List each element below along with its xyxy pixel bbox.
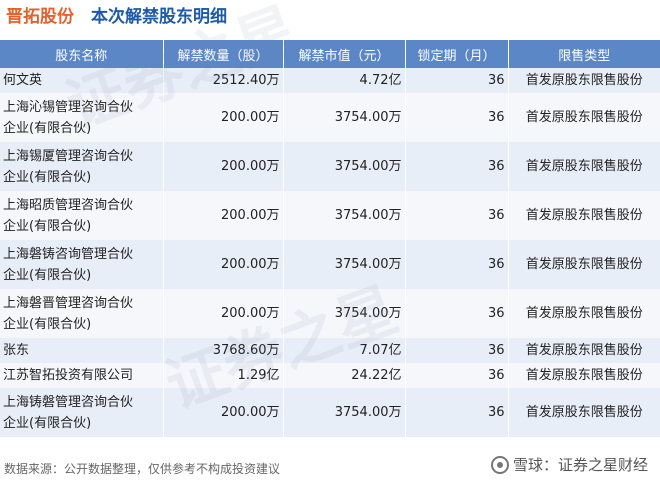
shareholder-name-line1: 上海铸磐管理咨询合伙 <box>3 394 134 410</box>
snowball-logo-icon <box>490 455 509 474</box>
lock-months: 36 <box>405 240 509 289</box>
unlock-value: 3754.00万 <box>283 240 406 289</box>
unlock-shareholder-table: 股东名称 解禁数量（股） 解禁市值（元） 锁定期（月） 限售类型 何文英 251… <box>0 40 660 437</box>
table-row: 上海昭质管理咨询合伙 企业(有限合伙) 200.00万 3754.00万 36 首… <box>0 191 660 240</box>
unlock-value: 3754.00万 <box>283 142 406 191</box>
unlock-quantity: 200.00万 <box>163 289 284 338</box>
restriction-type: 首发原股东限售股份 <box>508 68 660 93</box>
restriction-type: 首发原股东限售股份 <box>508 93 660 142</box>
shareholder-name-line2: 企业(有限合伙) <box>3 120 92 136</box>
data-source-note: 数据来源：公开数据整理，仅供参考不构成投资建议 <box>4 462 281 476</box>
unlock-value: 24.22亿 <box>283 363 406 388</box>
column-header-lock-period: 锁定期（月） <box>405 40 509 68</box>
shareholder-name-line1: 上海沁锡管理咨询合伙 <box>3 99 134 115</box>
shareholder-name: 上海铸磐管理咨询合伙 企业(有限合伙) <box>0 388 164 437</box>
column-header-quantity: 解禁数量（股） <box>163 40 284 68</box>
shareholder-name: 何文英 <box>0 68 164 93</box>
lock-months: 36 <box>405 289 509 338</box>
unlock-value: 4.72亿 <box>283 68 406 93</box>
shareholder-name: 上海昭质管理咨询合伙 企业(有限合伙) <box>0 191 164 240</box>
column-header-shareholder: 股东名称 <box>0 40 164 68</box>
restriction-type: 首发原股东限售股份 <box>508 338 660 363</box>
lock-months: 36 <box>405 93 509 142</box>
shareholder-name-line1: 上海锡厦管理咨询合伙 <box>3 148 134 164</box>
lock-months: 36 <box>405 191 509 240</box>
shareholder-name: 上海磐铸咨询管理合伙 企业(有限合伙) <box>0 240 164 289</box>
column-header-restriction-type: 限售类型 <box>508 40 660 68</box>
unlock-quantity: 3768.60万 <box>163 338 284 363</box>
lock-months: 36 <box>405 68 509 93</box>
shareholder-name-line2: 企业(有限合伙) <box>3 218 92 234</box>
restriction-type: 首发原股东限售股份 <box>508 240 660 289</box>
unlock-value: 3754.00万 <box>283 93 406 142</box>
unlock-value: 3754.00万 <box>283 388 406 437</box>
shareholder-name-line1: 张东 <box>3 343 30 358</box>
table-row: 江苏智拓投资有限公司 1.29亿 24.22亿 36 首发原股东限售股份 <box>0 363 660 388</box>
shareholder-name-line2: 企业(有限合伙) <box>3 267 92 283</box>
unlock-value: 7.07亿 <box>283 338 406 363</box>
table-row: 上海锡厦管理咨询合伙 企业(有限合伙) 200.00万 3754.00万 36 首… <box>0 142 660 191</box>
lock-months: 36 <box>405 388 509 437</box>
table-row: 何文英 2512.40万 4.72亿 36 首发原股东限售股份 <box>0 68 660 93</box>
shareholder-name: 上海沁锡管理咨询合伙 企业(有限合伙) <box>0 93 164 142</box>
restriction-type: 首发原股东限售股份 <box>508 388 660 437</box>
unlock-quantity: 200.00万 <box>163 388 284 437</box>
unlock-quantity: 200.00万 <box>163 142 284 191</box>
restriction-type: 首发原股东限售股份 <box>508 363 660 388</box>
shareholder-name: 江苏智拓投资有限公司 <box>0 363 164 388</box>
column-header-value: 解禁市值（元） <box>283 40 406 68</box>
shareholder-name-line1: 何文英 <box>3 73 43 88</box>
lock-months: 36 <box>405 363 509 388</box>
shareholder-name-line1: 江苏智拓投资有限公司 <box>3 368 134 383</box>
unlock-quantity: 200.00万 <box>163 240 284 289</box>
company-name: 晋拓股份 <box>6 7 74 27</box>
shareholder-name-line1: 上海磐铸咨询管理合伙 <box>3 246 134 262</box>
restriction-type: 首发原股东限售股份 <box>508 191 660 240</box>
unlock-quantity: 1.29亿 <box>163 363 284 388</box>
table-row: 张东 3768.60万 7.07亿 36 首发原股东限售股份 <box>0 338 660 363</box>
unlock-quantity: 200.00万 <box>163 93 284 142</box>
table-row: 上海磐晋管理咨询合伙 企业(有限合伙) 200.00万 3754.00万 36 首… <box>0 289 660 338</box>
unlock-value: 3754.00万 <box>283 289 406 338</box>
table-row: 上海沁锡管理咨询合伙 企业(有限合伙) 200.00万 3754.00万 36 首… <box>0 93 660 142</box>
page-title: 本次解禁股东明细 <box>91 7 227 27</box>
lock-months: 36 <box>405 142 509 191</box>
restriction-type: 首发原股东限售股份 <box>508 142 660 191</box>
unlock-value: 3754.00万 <box>283 191 406 240</box>
table-row: 上海磐铸咨询管理合伙 企业(有限合伙) 200.00万 3754.00万 36 首… <box>0 240 660 289</box>
shareholder-name: 张东 <box>0 338 164 363</box>
unlock-quantity: 200.00万 <box>163 191 284 240</box>
shareholder-name-line2: 企业(有限合伙) <box>3 169 92 185</box>
lock-months: 36 <box>405 338 509 363</box>
shareholder-name-line1: 上海磐晋管理咨询合伙 <box>3 295 134 311</box>
shareholder-name-line1: 上海昭质管理咨询合伙 <box>3 197 134 213</box>
brand-logo: 雪球：证券之星财经 <box>490 454 648 475</box>
shareholder-name-line2: 企业(有限合伙) <box>3 415 92 431</box>
title-bar: 晋拓股份 本次解禁股东明细 <box>0 0 660 28</box>
unlock-quantity: 2512.40万 <box>163 68 284 93</box>
restriction-type: 首发原股东限售股份 <box>508 289 660 338</box>
shareholder-name-line2: 企业(有限合伙) <box>3 316 92 332</box>
table-row: 上海铸磐管理咨询合伙 企业(有限合伙) 200.00万 3754.00万 36 首… <box>0 388 660 437</box>
brand-name: 雪球：证券之星财经 <box>512 456 648 474</box>
shareholder-name: 上海磐晋管理咨询合伙 企业(有限合伙) <box>0 289 164 338</box>
table-header-row: 股东名称 解禁数量（股） 解禁市值（元） 锁定期（月） 限售类型 <box>0 40 660 68</box>
shareholder-name: 上海锡厦管理咨询合伙 企业(有限合伙) <box>0 142 164 191</box>
